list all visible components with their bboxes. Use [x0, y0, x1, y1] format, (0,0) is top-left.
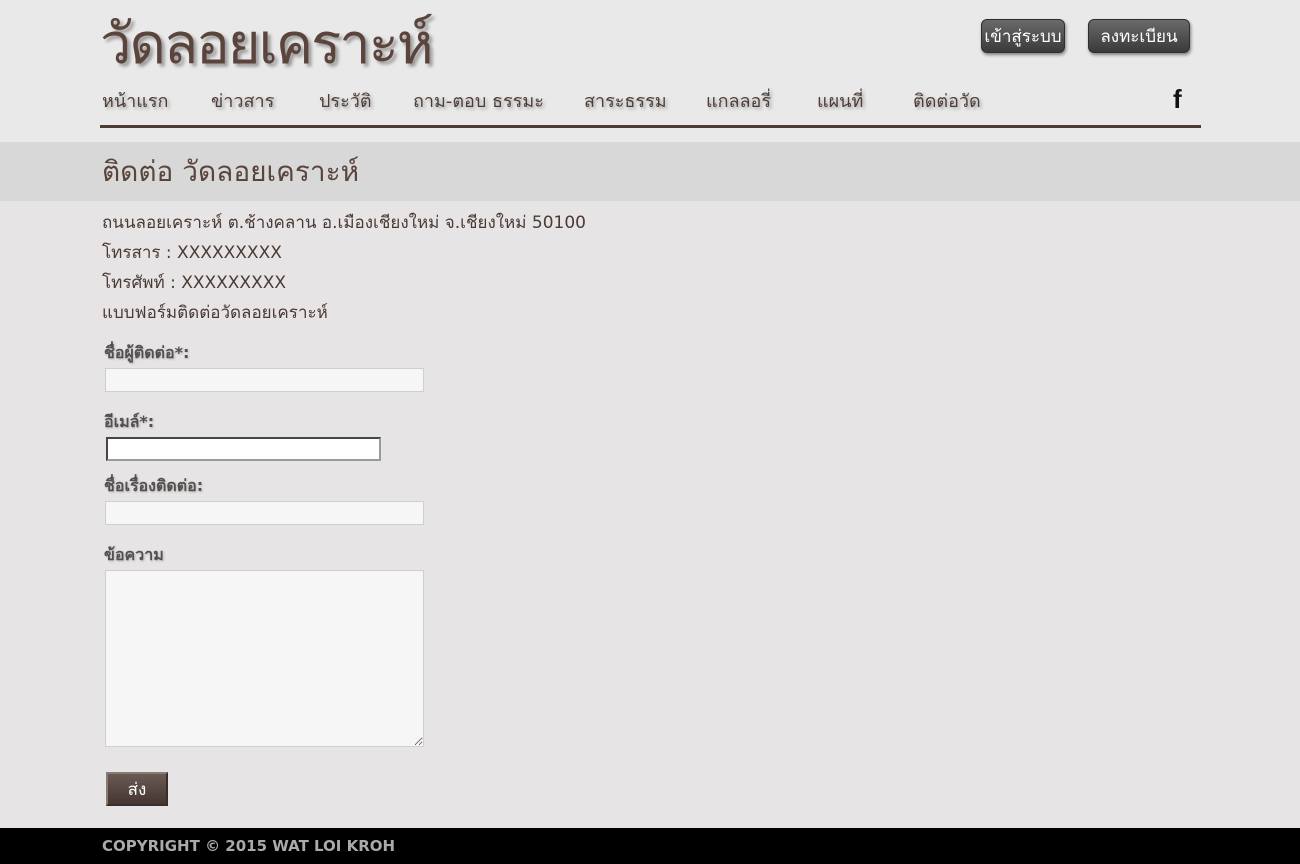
- nav-item-map[interactable]: แผนที่: [817, 88, 863, 116]
- subject-input[interactable]: [105, 501, 424, 525]
- email-input[interactable]: [106, 437, 381, 461]
- site-footer: COPYRIGHT © 2015 WAT LOI KROH: [0, 828, 1300, 864]
- facebook-icon[interactable]: f: [1173, 84, 1182, 114]
- message-textarea[interactable]: [105, 570, 424, 747]
- copyright-text: COPYRIGHT © 2015 WAT LOI KROH: [102, 837, 396, 855]
- email-label: อีเมล์*:: [104, 412, 155, 431]
- subject-label: ชื่อเรื่องติดต่อ:: [104, 476, 204, 495]
- address-text: ถนนลอยเคราะห์ ต.ช้างคลาน อ.เมืองเชียงใหม…: [102, 213, 586, 233]
- nav-item-home[interactable]: หน้าแรก: [102, 88, 168, 116]
- name-input[interactable]: [105, 368, 424, 392]
- nav-item-dharma[interactable]: สาระธรรม: [584, 88, 667, 116]
- nav-item-gallery[interactable]: แกลลอรี่: [706, 88, 771, 116]
- name-label: ชื่อผู้ติดต่อ*:: [104, 343, 190, 362]
- login-button[interactable]: เข้าสู่ระบบ: [981, 19, 1065, 53]
- nav-item-contact[interactable]: ติดต่อวัด: [913, 88, 981, 116]
- page-title-band: ติดต่อ วัดลอยเคราะห์: [0, 142, 1300, 201]
- page-title: ติดต่อ วัดลอยเคราะห์: [102, 155, 360, 188]
- message-label: ข้อความ: [104, 545, 164, 564]
- site-header: วัดลอยเคราะห์ เข้าสู่ระบบ ลงทะเบียน หน้า…: [0, 0, 1300, 142]
- form-heading: แบบฟอร์มติดต่อวัดลอยเคราะห์: [102, 303, 328, 323]
- send-button[interactable]: ส่ง: [106, 772, 168, 806]
- phone-text: โทรศัพท์ : XXXXXXXXX: [102, 273, 287, 293]
- register-button[interactable]: ลงทะเบียน: [1088, 19, 1190, 53]
- nav-item-news[interactable]: ข่าวสาร: [211, 88, 274, 116]
- nav-item-history[interactable]: ประวัติ: [319, 88, 372, 116]
- fax-text: โทรสาร : XXXXXXXXX: [102, 243, 282, 263]
- nav-item-dharma-qa[interactable]: ถาม-ตอบ ธรรมะ: [413, 88, 544, 116]
- site-logo[interactable]: วัดลอยเคราะห์: [100, 8, 434, 82]
- main-nav: หน้าแรก ข่าวสาร ประวัติ ถาม-ตอบ ธรรมะ สา…: [100, 82, 1201, 128]
